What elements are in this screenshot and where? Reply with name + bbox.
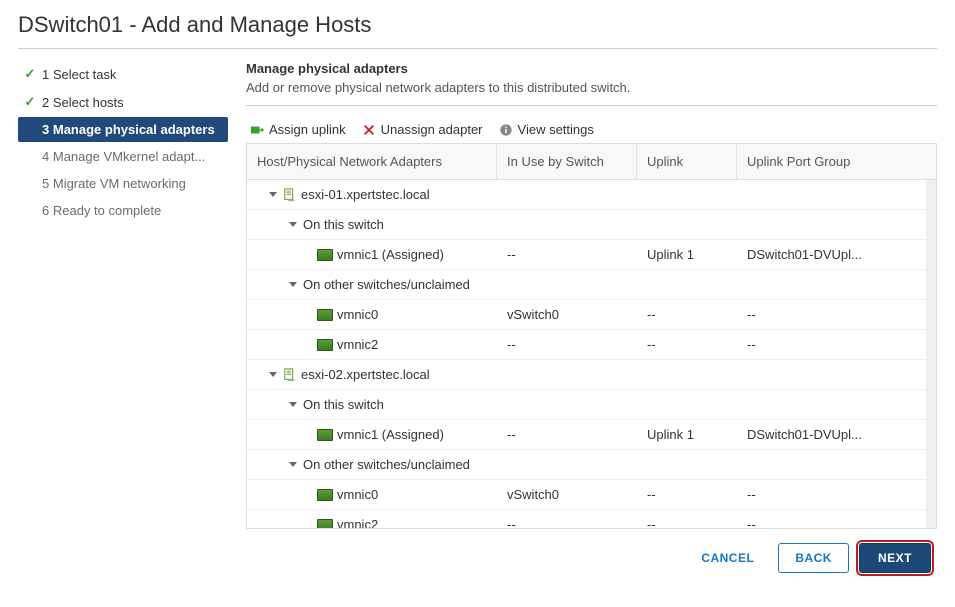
expand-icon[interactable] bbox=[289, 282, 297, 287]
cell-in-use: -- bbox=[497, 331, 637, 358]
check-icon: ✓ bbox=[24, 66, 36, 82]
group-label: On this switch bbox=[303, 397, 384, 412]
table-header: Host/Physical Network Adapters In Use by… bbox=[247, 144, 936, 180]
cell-in-use: vSwitch0 bbox=[497, 301, 637, 328]
nic-label: vmnic0 bbox=[337, 307, 378, 322]
wizard-main-panel: Manage physical adapters Add or remove p… bbox=[246, 61, 937, 529]
cell-uplink: Uplink 1 bbox=[637, 421, 737, 448]
expand-icon[interactable] bbox=[269, 192, 277, 197]
nic-icon bbox=[317, 519, 333, 529]
adapter-toolbar: Assign uplink Unassign adapter View sett… bbox=[246, 116, 937, 143]
wizard-footer: CANCEL BACK NEXT bbox=[18, 529, 937, 577]
section-description: Add or remove physical network adapters … bbox=[246, 80, 937, 106]
nic-icon bbox=[317, 339, 333, 351]
nic-icon bbox=[317, 309, 333, 321]
nic-label: vmnic2 bbox=[337, 517, 378, 528]
dialog-title: DSwitch01 - Add and Manage Hosts bbox=[18, 12, 937, 49]
step-manage-vmkernel-adapters[interactable]: 4 Manage VMkernel adapt... bbox=[18, 144, 228, 169]
check-icon: ✓ bbox=[24, 94, 36, 110]
wizard-dialog: DSwitch01 - Add and Manage Hosts ✓ 1 Sel… bbox=[0, 0, 955, 589]
cell-uplink: Uplink 1 bbox=[637, 241, 737, 268]
section-title: Manage physical adapters bbox=[246, 61, 937, 76]
table-row[interactable]: vmnic0vSwitch0---- bbox=[247, 480, 936, 510]
table-body: esxi-01.xpertstec.local On this switch v… bbox=[247, 180, 936, 528]
cell-uplink: -- bbox=[637, 331, 737, 358]
group-label: On other switches/unclaimed bbox=[303, 457, 470, 472]
wizard-content: ✓ 1 Select task ✓ 2 Select hosts 3 Manag… bbox=[18, 61, 937, 529]
step-manage-physical-adapters[interactable]: 3 Manage physical adapters bbox=[18, 117, 228, 142]
col-host-adapters[interactable]: Host/Physical Network Adapters bbox=[247, 144, 497, 179]
cancel-button[interactable]: CANCEL bbox=[687, 543, 768, 573]
cell-uplink-port-group: DSwitch01-DVUpl... bbox=[737, 421, 936, 448]
cell-uplink-port-group: -- bbox=[737, 331, 936, 358]
nic-label: vmnic2 bbox=[337, 337, 378, 352]
table-row[interactable]: On other switches/unclaimed bbox=[247, 450, 936, 480]
cell-uplink-port-group: DSwitch01-DVUpl... bbox=[737, 241, 936, 268]
table-row[interactable]: vmnic2------ bbox=[247, 330, 936, 360]
host-label: esxi-02.xpertstec.local bbox=[301, 367, 430, 382]
group-label: On this switch bbox=[303, 217, 384, 232]
host-icon bbox=[283, 188, 297, 202]
info-icon bbox=[499, 123, 513, 137]
table-row[interactable]: esxi-01.xpertstec.local bbox=[247, 180, 936, 210]
nic-label: vmnic1 (Assigned) bbox=[337, 247, 444, 262]
scrollbar[interactable] bbox=[926, 180, 936, 528]
unassign-icon bbox=[362, 123, 376, 137]
expand-icon[interactable] bbox=[289, 462, 297, 467]
step-ready-to-complete[interactable]: 6 Ready to complete bbox=[18, 198, 228, 223]
nic-icon bbox=[317, 489, 333, 501]
col-in-use-by-switch[interactable]: In Use by Switch bbox=[497, 144, 637, 179]
table-row[interactable]: On this switch bbox=[247, 390, 936, 420]
nic-icon bbox=[317, 249, 333, 261]
host-icon bbox=[283, 368, 297, 382]
nic-label: vmnic1 (Assigned) bbox=[337, 427, 444, 442]
table-row[interactable]: esxi-02.xpertstec.local bbox=[247, 360, 936, 390]
assign-uplink-button[interactable]: Assign uplink bbox=[250, 122, 346, 137]
col-uplink[interactable]: Uplink bbox=[637, 144, 737, 179]
nic-label: vmnic0 bbox=[337, 487, 378, 502]
expand-icon[interactable] bbox=[289, 222, 297, 227]
cell-in-use: -- bbox=[497, 421, 637, 448]
table-row[interactable]: vmnic1 (Assigned) --Uplink 1DSwitch01-DVU… bbox=[247, 420, 936, 450]
table-row[interactable]: vmnic0vSwitch0---- bbox=[247, 300, 936, 330]
cell-uplink: -- bbox=[637, 481, 737, 508]
cell-uplink: -- bbox=[637, 301, 737, 328]
view-settings-button[interactable]: View settings bbox=[499, 122, 594, 137]
cell-uplink: -- bbox=[637, 511, 737, 528]
cell-in-use: vSwitch0 bbox=[497, 481, 637, 508]
adapters-table: Host/Physical Network Adapters In Use by… bbox=[246, 143, 937, 529]
next-button[interactable]: NEXT bbox=[859, 543, 931, 573]
cell-uplink-port-group: -- bbox=[737, 301, 936, 328]
table-row[interactable]: On this switch bbox=[247, 210, 936, 240]
step-migrate-vm-networking[interactable]: 5 Migrate VM networking bbox=[18, 171, 228, 196]
back-button[interactable]: BACK bbox=[778, 543, 849, 573]
wizard-steps-sidebar: ✓ 1 Select task ✓ 2 Select hosts 3 Manag… bbox=[18, 61, 228, 529]
cell-uplink-port-group: -- bbox=[737, 511, 936, 528]
host-label: esxi-01.xpertstec.local bbox=[301, 187, 430, 202]
cell-uplink-port-group: -- bbox=[737, 481, 936, 508]
cell-in-use: -- bbox=[497, 241, 637, 268]
assign-icon bbox=[250, 123, 264, 137]
col-uplink-port-group[interactable]: Uplink Port Group bbox=[737, 144, 936, 179]
expand-icon[interactable] bbox=[269, 372, 277, 377]
step-select-task[interactable]: ✓ 1 Select task bbox=[18, 61, 228, 87]
table-row[interactable]: vmnic1 (Assigned) --Uplink 1DSwitch01-DVU… bbox=[247, 240, 936, 270]
nic-icon bbox=[317, 429, 333, 441]
cell-in-use: -- bbox=[497, 511, 637, 528]
group-label: On other switches/unclaimed bbox=[303, 277, 470, 292]
table-row[interactable]: vmnic2------ bbox=[247, 510, 936, 528]
table-row[interactable]: On other switches/unclaimed bbox=[247, 270, 936, 300]
unassign-adapter-button[interactable]: Unassign adapter bbox=[362, 122, 483, 137]
step-select-hosts[interactable]: ✓ 2 Select hosts bbox=[18, 89, 228, 115]
expand-icon[interactable] bbox=[289, 402, 297, 407]
